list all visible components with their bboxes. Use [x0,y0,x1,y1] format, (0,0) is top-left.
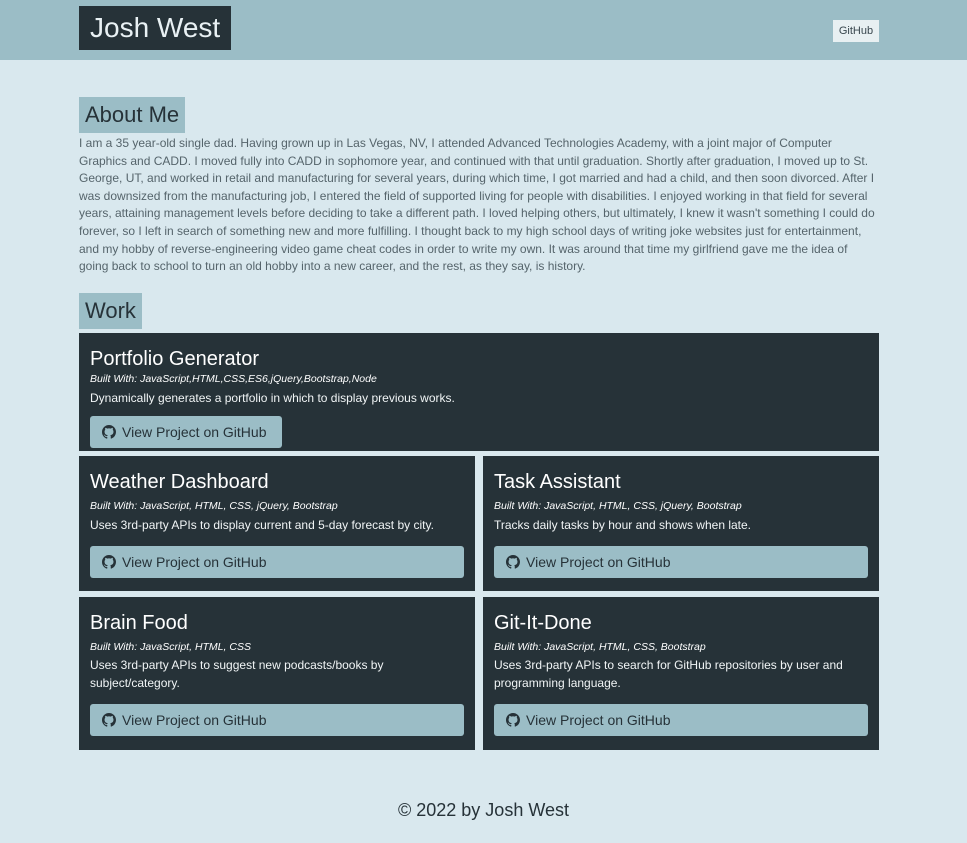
project-built-with: Built With: JavaScript, HTML, CSS, Boots… [494,641,706,653]
github-icon [102,713,116,727]
project-title: Brain Food [90,612,188,634]
footer-copyright: © 2022 by Josh West [397,800,570,820]
view-project-button[interactable]: View Project on GitHub [90,416,282,448]
work-heading: Work [79,293,142,329]
project-title: Git-It-Done [494,612,592,634]
project-card-git-it-done: Git-It-Done Built With: JavaScript, HTML… [483,597,879,750]
project-card-portfolio-generator: Portfolio Generator Built With: JavaScri… [79,333,879,451]
view-project-button-label: View Project on GitHub [122,554,267,570]
view-project-button-label: View Project on GitHub [122,424,267,440]
project-card-brain-food: Brain Food Built With: JavaScript, HTML,… [79,597,475,750]
project-built-with: Built With: JavaScript,HTML,CSS,ES6,jQue… [90,373,377,385]
project-description: Uses 3rd-party APIs to suggest new podca… [90,658,384,690]
about-paragraph: I am a 35 year-old single dad. Having gr… [79,136,875,274]
view-project-button-label: View Project on GitHub [526,712,671,728]
project-description: Uses 3rd-party APIs to display current a… [90,518,434,532]
github-icon [506,555,520,569]
project-built-with: Built With: JavaScript, HTML, CSS, jQuer… [90,500,338,512]
project-title: Task Assistant [494,471,621,493]
view-project-button[interactable]: View Project on GitHub [494,704,868,736]
project-title: Weather Dashboard [90,471,269,493]
view-project-button[interactable]: View Project on GitHub [494,546,868,578]
project-built-with: Built With: JavaScript, HTML, CSS [90,641,251,653]
view-project-button[interactable]: View Project on GitHub [90,704,464,736]
about-heading: About Me [79,97,186,133]
project-title: Portfolio Generator [90,348,259,370]
project-card-weather-dashboard: Weather Dashboard Built With: JavaScript… [79,456,475,591]
view-project-button[interactable]: View Project on GitHub [90,546,464,578]
github-icon [102,425,116,439]
project-card-task-assistant: Task Assistant Built With: JavaScript, H… [483,456,879,591]
view-project-button-label: View Project on GitHub [526,554,671,570]
project-description: Tracks daily tasks by hour and shows whe… [494,518,752,532]
view-project-button-label: View Project on GitHub [122,712,267,728]
project-description: Uses 3rd-party APIs to search for GitHub… [494,658,843,690]
github-nav-link[interactable]: GitHub [833,20,879,42]
project-built-with: Built With: JavaScript, HTML, CSS, jQuer… [494,500,742,512]
top-navbar: Josh West GitHub [0,0,967,60]
project-description: Dynamically generates a portfolio in whi… [90,391,455,405]
github-icon [102,555,116,569]
site-brand[interactable]: Josh West [79,6,232,50]
github-icon [506,713,520,727]
